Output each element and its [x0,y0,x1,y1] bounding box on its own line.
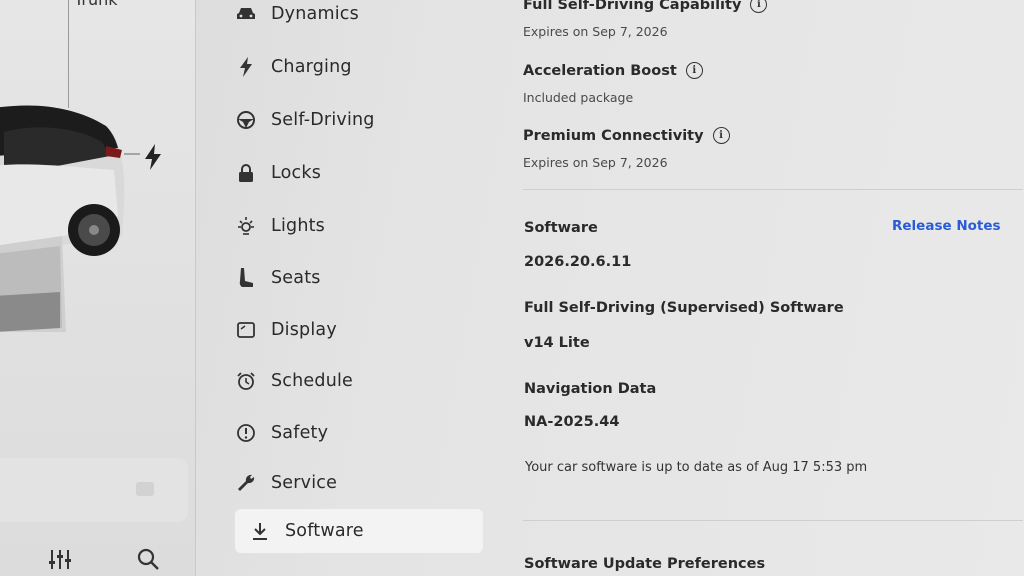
section-divider [523,189,1023,190]
info-icon[interactable]: i [685,62,703,79]
menu-item-charging[interactable]: Charging [235,47,483,87]
bolt-icon [235,56,257,78]
feature-title: Full Self-Driving Capability i [523,0,768,13]
menu-item-label: Service [271,473,338,493]
trunk-callout-line [68,0,69,108]
car-visualization-panel: Trunk [0,0,196,576]
navigation-data-label: Navigation Data [524,381,657,397]
card-icon [136,482,154,496]
download-icon [249,520,271,542]
vehicle-settings-screen: Trunk [0,0,1024,576]
update-preferences-label[interactable]: Software Update Preferences [524,556,765,572]
menu-item-locks[interactable]: Locks [235,153,483,193]
menu-item-label: Display [271,320,337,340]
settings-menu: Dynamics Charging Self-Driving Locks Lig… [205,0,490,576]
menu-item-label: Self-Driving [271,110,375,130]
feature-title: Premium Connectivity i [523,127,730,144]
menu-item-dynamics[interactable]: Dynamics [235,0,483,34]
fsd-software-label: Full Self-Driving (Supervised) Software [524,300,844,316]
feature-subtitle: Expires on Sep 7, 2026 [523,155,668,170]
feature-subtitle: Included package [523,90,634,105]
menu-item-service[interactable]: Service [235,463,483,503]
menu-item-label: Seats [271,268,321,288]
car-image [0,105,140,332]
info-icon[interactable]: i [750,0,768,13]
seat-icon [235,267,257,289]
navigation-data-version: NA-2025.44 [524,414,620,430]
software-settings-content: Full Self-Driving Capability i Expires o… [490,0,1024,576]
menu-item-label: Safety [271,423,329,443]
alarm-clock-icon [235,370,257,392]
menu-item-label: Charging [271,57,352,77]
menu-item-safety[interactable]: Safety [235,413,483,453]
charging-bolt-icon [145,144,161,170]
feature-title: Acceleration Boost i [523,62,703,79]
car-icon [235,3,257,25]
steering-wheel-icon [235,109,257,131]
menu-item-schedule[interactable]: Schedule [235,361,483,401]
menu-item-label: Lights [271,216,325,236]
sliders-icon[interactable] [46,545,74,573]
menu-item-self-driving[interactable]: Self-Driving [235,100,483,140]
software-version: 2026.20.6.11 [524,254,632,270]
fsd-software-version: v14 Lite [524,335,590,351]
display-icon [235,319,257,341]
wrench-icon [235,472,257,494]
menu-item-lights[interactable]: Lights [235,206,483,246]
menu-item-label: Dynamics [271,4,359,24]
menu-item-display[interactable]: Display [235,310,483,350]
lock-icon [235,162,257,184]
software-label: Software [524,220,598,236]
section-divider [523,520,1023,521]
release-notes-link[interactable]: Release Notes [892,218,1001,234]
info-icon[interactable]: i [712,127,730,144]
alert-circle-icon [235,422,257,444]
update-status-text: Your car software is up to date as of Au… [525,460,868,475]
menu-item-label: Schedule [271,371,354,391]
feature-subtitle: Expires on Sep 7, 2026 [523,24,668,39]
quick-controls-card[interactable] [0,458,188,522]
menu-item-seats[interactable]: Seats [235,258,483,298]
light-icon [235,215,257,237]
menu-item-software[interactable]: Software [235,509,483,553]
search-icon[interactable] [134,545,162,573]
menu-item-label: Locks [271,163,322,183]
trunk-label[interactable]: Trunk [74,0,118,9]
menu-item-label: Software [285,521,364,541]
